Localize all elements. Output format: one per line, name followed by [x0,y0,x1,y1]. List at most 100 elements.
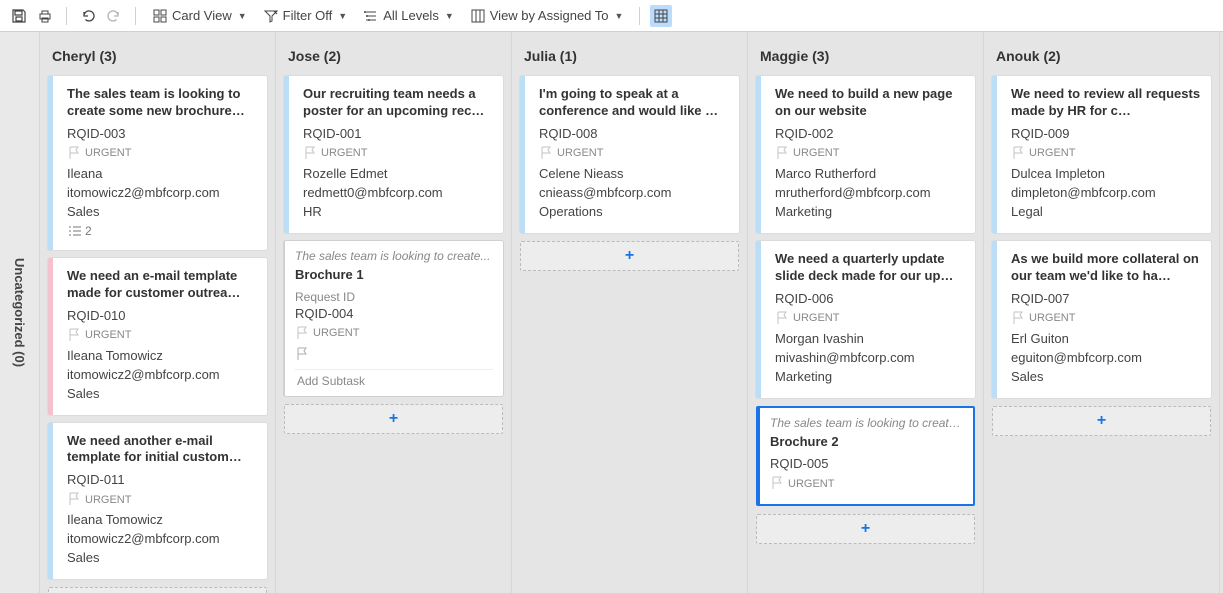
flag-icon [775,145,789,162]
card[interactable]: As we build more collateral on our team … [992,241,1211,398]
column-header[interactable]: Jose (2) [284,40,503,76]
card-urgent: URGENT [1011,145,1201,162]
card-email: mrutherford@mbfcorp.com [775,185,965,200]
card[interactable]: The sales team is looking to create some… [48,76,267,250]
uncategorized-rail[interactable]: Uncategorized (0) [0,32,40,593]
add-card-button[interactable]: + [992,406,1211,436]
toolbar: Card View ▼ Filter Off ▼ All Levels ▼ Vi… [0,0,1223,32]
card-title: Brochure 2 [770,434,965,451]
card-title: We need a quarterly update slide deck ma… [775,251,965,285]
card-rqid: RQID-003 [67,126,257,141]
flag-icon [539,145,553,162]
flag-icon [775,310,789,327]
column: Julia (1) I'm going to speak at a confere… [512,32,748,593]
caret-icon: ▼ [445,11,454,21]
print-button[interactable] [34,5,56,27]
card-urgent: URGENT [1011,310,1201,327]
card-rqid: RQID-007 [1011,291,1201,306]
card[interactable]: We need an e-mail template made for cust… [48,258,267,415]
flag-icon [67,145,81,162]
view-by-icon [470,8,486,24]
add-card-button[interactable]: + [756,514,975,544]
card-view-icon [152,8,168,24]
flag-icon [295,346,493,363]
card-urgent: URGENT [295,325,493,342]
card-rqid: RQID-005 [770,456,965,471]
card-urgent: URGENT [770,475,965,492]
card-email: mivashin@mbfcorp.com [775,350,965,365]
card-email: dimpleton@mbfcorp.com [1011,185,1201,200]
card[interactable]: We need to build a new page on our websi… [756,76,975,233]
card-email: eguiton@mbfcorp.com [1011,350,1201,365]
card-person: Dulcea Impleton [1011,166,1201,181]
card-dept: Sales [67,204,257,219]
card-email: cnieass@mbfcorp.com [539,185,729,200]
column: Jose (2) Our recruiting team needs a post… [276,32,512,593]
flag-icon [303,145,317,162]
caret-icon: ▼ [615,11,624,21]
filter-icon [263,8,279,24]
card[interactable]: We need to review all requests made by H… [992,76,1211,233]
filter-label: Filter Off [283,8,333,23]
card-rqid: RQID-006 [775,291,965,306]
card-subtitle: Request ID [295,290,493,304]
card[interactable]: We need another e-mail template for init… [48,423,267,580]
undo-button[interactable] [77,5,99,27]
card-rqid: RQID-009 [1011,126,1201,141]
card-person: Rozelle Edmet [303,166,493,181]
card-view-label: Card View [172,8,232,23]
card-dept: Sales [1011,369,1201,384]
card-title: Our recruiting team needs a poster for a… [303,86,493,120]
card-rqid: RQID-011 [67,472,257,487]
levels-button[interactable]: All Levels ▼ [357,5,460,27]
filter-button[interactable]: Filter Off ▼ [257,5,354,27]
add-card-button[interactable]: + [520,241,739,271]
flag-icon [67,327,81,344]
card-person: Celene Nieass [539,166,729,181]
card-urgent: URGENT [67,327,257,344]
column-header[interactable]: Anouk (2) [992,40,1211,76]
column: Cheryl (3) The sales team is looking to c… [40,32,276,593]
card[interactable]: I'm going to speak at a conference and w… [520,76,739,233]
board: Uncategorized (0) Cheryl (3) The sales te… [0,32,1223,593]
card-view-button[interactable]: Card View ▼ [146,5,253,27]
card-dept: Marketing [775,204,965,219]
card-email: itomowicz2@mbfcorp.com [67,185,257,200]
column: Anouk (2) We need to review all requests … [984,32,1220,593]
card-subcount: 2 [67,223,257,240]
card-rqid: RQID-010 [67,308,257,323]
view-by-button[interactable]: View by Assigned To ▼ [464,5,630,27]
card-title: I'm going to speak at a conference and w… [539,86,729,120]
column-header[interactable]: Cheryl (3) [48,40,267,76]
card-urgent: URGENT [775,145,965,162]
card-person: Ileana [67,166,257,181]
card-urgent: URGENT [67,491,257,508]
card-title: The sales team is looking to create some… [67,86,257,120]
card-title: We need to review all requests made by H… [1011,86,1201,120]
card-dept: Legal [1011,204,1201,219]
card-email: itomowicz2@mbfcorp.com [67,367,257,382]
card-title: We need to build a new page on our websi… [775,86,965,120]
save-button[interactable] [8,5,30,27]
card-rqid: RQID-001 [303,126,493,141]
card-urgent: URGENT [539,145,729,162]
add-subtask[interactable]: Add Subtask [295,369,493,388]
card[interactable]: Our recruiting team needs a poster for a… [284,76,503,233]
card[interactable]: The sales team is looking to create...Br… [756,406,975,507]
redo-button[interactable] [103,5,125,27]
column-header[interactable]: Julia (1) [520,40,739,76]
add-card-button[interactable]: + [284,404,503,434]
card-person: Morgan Ivashin [775,331,965,346]
column: Maggie (3) We need to build a new page on… [748,32,984,593]
add-card-button[interactable]: + [48,587,267,593]
flag-icon [1011,310,1025,327]
card[interactable]: We need a quarterly update slide deck ma… [756,241,975,398]
card-urgent: URGENT [303,145,493,162]
card[interactable]: The sales team is looking to create...Br… [284,241,503,396]
card-person: Marco Rutherford [775,166,965,181]
grid-toggle-button[interactable] [650,5,672,27]
uncategorized-label: Uncategorized (0) [12,258,27,367]
card-email: itomowicz2@mbfcorp.com [67,531,257,546]
column-header[interactable]: Maggie (3) [756,40,975,76]
card-rqid: RQID-002 [775,126,965,141]
